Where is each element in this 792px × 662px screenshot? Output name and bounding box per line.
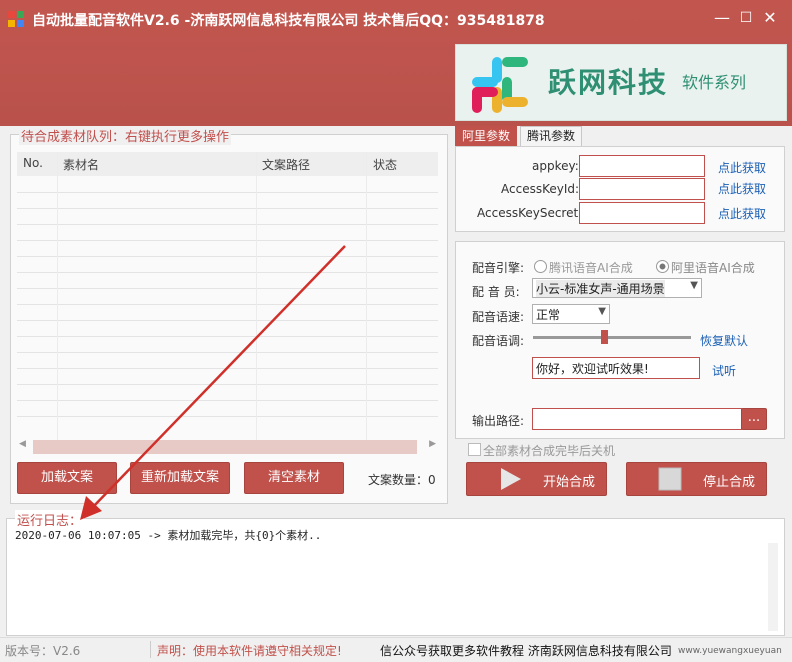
app-icon [8, 11, 24, 27]
log-scrollbar[interactable] [768, 543, 778, 631]
window-title: 自动批量配音软件V2.6 -济南跃网信息科技有限公司 技术售后QQ：935481… [32, 13, 545, 29]
get-accesskeyid-link[interactable]: 点此获取 [718, 180, 766, 197]
brand-name: 跃网科技 [548, 66, 669, 99]
preview-text-input[interactable]: 你好，欢迎试听效果! [532, 357, 700, 379]
pitch-label: 配音语调: [472, 334, 525, 348]
chevron-down-icon: ▼ [598, 306, 606, 317]
chevron-down-icon: ▼ [690, 280, 698, 291]
accesskeysecret-label: AccessKeySecret: [477, 206, 583, 220]
stop-label: 停止合成 [703, 475, 756, 490]
load-text-button[interactable]: 加载文案 [17, 462, 117, 494]
reload-text-button[interactable]: 重新加载文案 [130, 462, 230, 494]
accesskeyid-label: AccessKeyId: [501, 182, 580, 196]
appkey-label: appkey: [532, 159, 579, 173]
marquee-label: 信公众号获取更多软件教程 济南跃网信息科技有限公司 [380, 644, 672, 658]
checkbox-icon [468, 443, 481, 456]
browse-button[interactable]: ... [741, 408, 767, 430]
play-icon [501, 468, 521, 490]
col-no[interactable]: No. [23, 156, 43, 170]
preview-text: 你好，欢迎试听效果! [536, 362, 649, 376]
queue-table-header: No. 素材名 文案路径 状态 [17, 152, 438, 176]
title-bar: 自动批量配音软件V2.6 -济南跃网信息科技有限公司 技术售后QQ：935481… [0, 0, 792, 126]
start-synthesis-button[interactable]: 开始合成 [466, 462, 607, 496]
queue-legend: 待合成素材队列：右键执行更多操作 [19, 126, 232, 145]
engine-ali-label: 阿里语音AI合成 [671, 261, 755, 275]
close-button[interactable]: ✕ [760, 8, 780, 28]
status-bar: 版本号：V2.6 声明：使用本软件请遵守相关规定! 信公众号获取更多软件教程 济… [0, 637, 792, 662]
scroll-right-icon[interactable]: ▶ [429, 439, 436, 449]
scroll-left-icon[interactable]: ◀ [19, 439, 26, 449]
start-label: 开始合成 [543, 475, 596, 490]
watermark-text: www.yuewangxueyuan [678, 646, 782, 656]
reset-default-link[interactable]: 恢复默认 [700, 332, 748, 349]
shutdown-checkbox[interactable]: 全部素材合成完毕后关机 [468, 442, 615, 459]
appkey-input[interactable] [579, 155, 705, 177]
speed-label: 配音语速: [472, 310, 525, 324]
output-path-input[interactable] [532, 408, 742, 430]
pitch-slider[interactable] [533, 330, 691, 344]
accesskeysecret-input[interactable] [579, 202, 705, 224]
log-line: 2020-07-06 10:07:05 -> 素材加载完毕，共{0}个素材.. [15, 529, 322, 542]
scroll-thumb[interactable] [33, 440, 417, 454]
brand-subtitle: 软件系列 [682, 73, 747, 92]
speaker-select[interactable]: 小云-标准女声-通用场景 ▼ [532, 278, 702, 298]
col-path[interactable]: 文案路径 [262, 156, 310, 173]
shutdown-label: 全部素材合成完毕后关机 [483, 444, 616, 458]
notice-label: 声明：使用本软件请遵守相关规定! [157, 644, 342, 658]
radio-checked-icon [656, 260, 669, 273]
col-name[interactable]: 素材名 [63, 156, 99, 173]
col-status[interactable]: 状态 [373, 156, 397, 173]
run-log[interactable]: 运行日志： 2020-07-06 10:07:05 -> 素材加载完毕，共{0}… [6, 510, 785, 636]
tab-tencent-params[interactable]: 腾讯参数 [520, 126, 583, 147]
queue-horizontal-scrollbar[interactable]: ◀ ▶ [17, 438, 438, 456]
get-appkey-link[interactable]: 点此获取 [718, 159, 766, 176]
output-path-label: 输出路径: [472, 414, 525, 428]
engine-tencent-radio[interactable]: 腾讯语音AI合成 [534, 259, 633, 276]
speed-value: 正常 [536, 308, 561, 322]
pitch-slider-thumb[interactable] [601, 330, 609, 344]
radio-unchecked-icon [534, 260, 547, 273]
brand-banner: 跃网科技 软件系列 [455, 44, 787, 121]
speed-select[interactable]: 正常 ▼ [532, 304, 610, 324]
tab-ali-params[interactable]: 阿里参数 [455, 126, 518, 147]
speaker-label: 配 音 员: [472, 285, 520, 299]
accesskeyid-input[interactable] [579, 178, 705, 200]
speaker-value: 小云-标准女声-通用场景 [536, 280, 665, 297]
minimize-button[interactable]: — [712, 8, 732, 28]
stop-icon [658, 467, 682, 491]
queue-table-body[interactable] [17, 176, 438, 438]
get-accesskeysecret-link[interactable]: 点此获取 [718, 205, 766, 222]
slack-logo-icon [472, 57, 528, 113]
engine-ali-radio[interactable]: 阿里语音AI合成 [656, 259, 755, 276]
maximize-button[interactable]: ☐ [736, 8, 756, 28]
text-count: 文案数量：0 [368, 473, 436, 487]
try-listen-link[interactable]: 试听 [712, 362, 736, 379]
version-label: 版本号：V2.6 [5, 644, 81, 658]
stop-synthesis-button[interactable]: 停止合成 [626, 462, 767, 496]
engine-label: 配音引擎: [472, 261, 525, 275]
status-divider [150, 641, 151, 658]
engine-tencent-label: 腾讯语音AI合成 [549, 261, 633, 275]
clear-material-button[interactable]: 清空素材 [244, 462, 344, 494]
